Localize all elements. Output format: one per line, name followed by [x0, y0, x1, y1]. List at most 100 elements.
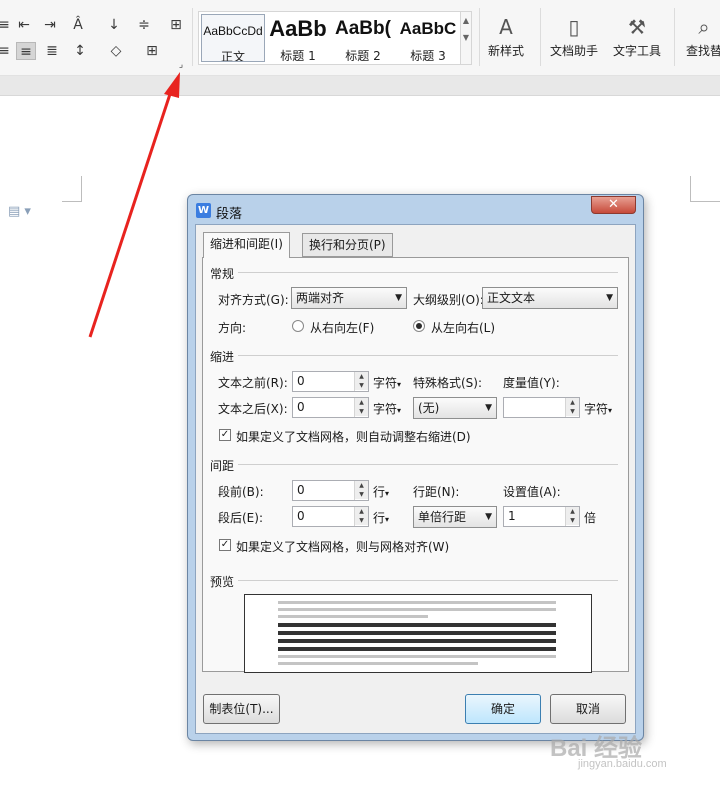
space-before-input[interactable]: 0 ▲ ▼: [292, 480, 369, 501]
text-tools-button[interactable]: ⚒ 文字工具: [606, 12, 668, 64]
layout-grid-icon[interactable]: ⊞: [166, 16, 186, 34]
new-style-button[interactable]: A 新样式: [480, 12, 532, 64]
paragraph-preview: [244, 594, 592, 673]
spin-down-icon[interactable]: ▼: [355, 381, 368, 390]
space-before-value: 0: [297, 483, 305, 497]
tab-indent-spacing[interactable]: 缩进和间距(I): [203, 232, 290, 258]
spin-down-icon[interactable]: ▼: [355, 407, 368, 416]
spin-up-icon[interactable]: ▲: [566, 507, 579, 516]
doc-assistant-button[interactable]: ▯ 文档助手: [546, 12, 602, 64]
style-name: 标题 2: [345, 49, 381, 62]
section-divider: [238, 580, 618, 581]
style-item-normal[interactable]: AaBbCcDd 正文: [201, 14, 265, 62]
chevron-down-icon: ▼: [485, 512, 492, 522]
chevron-down-icon: ▾: [397, 380, 402, 389]
rtl-label[interactable]: 从右向左(F): [310, 319, 374, 336]
rtl-radio[interactable]: [292, 320, 304, 332]
ribbon-separator: [674, 8, 675, 66]
preview-line-current: [278, 631, 556, 635]
search-icon: ⌕: [698, 15, 710, 39]
close-button[interactable]: ✕: [591, 196, 636, 214]
tab-label: 换行和分页(P): [309, 238, 386, 252]
tab-stops-button[interactable]: 制表位(T)...: [203, 694, 280, 724]
unit-label: 字符: [584, 402, 609, 416]
find-replace-button[interactable]: ⌕ 查找替: [684, 12, 720, 64]
auto-adjust-indent-label[interactable]: 如果定义了文档网格，则自动调整右缩进(D): [236, 428, 471, 445]
align-select[interactable]: 两端对齐 ▼: [291, 287, 407, 309]
indent-decrease-icon[interactable]: ≡: [0, 16, 14, 34]
align-left-icon[interactable]: ≡: [0, 42, 14, 60]
measure-unit[interactable]: 字符▾: [584, 400, 612, 417]
indent-increase-icon[interactable]: ⇥: [40, 16, 60, 34]
outline-level-select[interactable]: 正文文本 ▼: [482, 287, 618, 309]
paragraph-format-icon[interactable]: ▤ ▾: [8, 204, 31, 219]
borders-icon[interactable]: ⊞: [142, 42, 162, 60]
spin-up-icon[interactable]: ▲: [355, 398, 368, 407]
doc-assistant-label: 文档助手: [549, 44, 598, 58]
ribbon-bottom-strip: [0, 76, 720, 96]
spin-up-icon[interactable]: ▲: [355, 481, 368, 490]
space-after-input[interactable]: 0 ▲ ▼: [292, 506, 369, 527]
section-divider: [238, 464, 618, 465]
spin-down-icon[interactable]: ▼: [566, 516, 579, 525]
ribbon-toolbar: ≡ ⇤ ⇥ Â ↓ ≑ ⊞ ≡ ≡ ≣ ↕ ◇ ⊞ ⌟ AaBbCcDd 正文 …: [0, 0, 720, 76]
indent-before-input[interactable]: 0 ▲ ▼: [292, 371, 369, 392]
ltr-radio[interactable]: [413, 320, 425, 332]
style-gallery: AaBbCcDd 正文 AaBb 标题 1 AaBb( 标题 2 AaBbC 标…: [198, 11, 464, 65]
indent-before-unit[interactable]: 字符▾: [373, 374, 401, 391]
sort-icon[interactable]: ↓: [104, 16, 124, 34]
tab-label: 缩进和间距(I): [210, 237, 283, 251]
preview-line-previous: [278, 615, 428, 618]
snap-to-grid-checkbox[interactable]: ✓: [219, 539, 231, 551]
ltr-label[interactable]: 从左向右(L): [431, 319, 495, 336]
gallery-scroll-buttons[interactable]: ▲ ▼: [460, 11, 472, 65]
ok-button[interactable]: 确定: [465, 694, 541, 724]
page-corner-mark: [690, 176, 720, 202]
shading-icon[interactable]: ◇: [106, 42, 126, 60]
special-format-label: 特殊格式(S):: [413, 376, 483, 390]
indent-after-input[interactable]: 0 ▲ ▼: [292, 397, 369, 418]
spin-down-icon[interactable]: ▼: [355, 516, 368, 525]
snap-to-grid-label[interactable]: 如果定义了文档网格，则与网格对齐(W): [236, 538, 449, 555]
special-format-value: (无): [418, 401, 440, 415]
direction-label: 方向:: [218, 321, 247, 335]
measure-input[interactable]: ▲ ▼: [503, 397, 580, 418]
set-value-input[interactable]: 1 ▲ ▼: [503, 506, 580, 527]
wps-app-icon: W: [196, 203, 211, 218]
space-before-label: 段前(B):: [218, 485, 264, 499]
chevron-down-icon: ▼: [485, 403, 492, 413]
spin-up-icon[interactable]: ▲: [566, 398, 579, 407]
style-item-heading-1[interactable]: AaBb 标题 1: [266, 14, 330, 62]
spin-down-icon[interactable]: ▼: [355, 490, 368, 499]
chevron-down-icon: ▾: [385, 515, 390, 524]
cancel-button[interactable]: 取消: [550, 694, 626, 724]
distributed-align-icon[interactable]: ≣: [42, 42, 62, 60]
style-name: 正文: [220, 50, 245, 62]
line-spacing-select[interactable]: 单倍行距 ▼: [413, 506, 497, 528]
paragraph-dialog-launcher-icon[interactable]: ⌟: [176, 60, 186, 70]
chevron-down-icon: ▾: [397, 406, 402, 415]
outdent-icon[interactable]: ⇤: [14, 16, 34, 34]
line-spacing-icon[interactable]: ↕: [70, 42, 90, 60]
list-options-icon[interactable]: ≑: [134, 16, 154, 34]
spin-down-icon[interactable]: ▼: [566, 407, 579, 416]
special-format-select[interactable]: (无) ▼: [413, 397, 497, 419]
indent-after-unit[interactable]: 字符▾: [373, 400, 401, 417]
text-direction-icon[interactable]: Â: [68, 16, 88, 34]
spin-up-icon[interactable]: ▲: [355, 507, 368, 516]
auto-adjust-indent-checkbox[interactable]: ✓: [219, 429, 231, 441]
indent-before-label: 文本之前(R):: [218, 376, 288, 390]
justify-icon[interactable]: ≡: [16, 42, 36, 60]
outline-level-value: 正文文本: [487, 291, 536, 305]
space-after-unit[interactable]: 行▾: [373, 509, 389, 526]
dialog-title-bar[interactable]: W 段落 ✕: [188, 195, 643, 223]
close-icon: ✕: [608, 197, 619, 212]
spin-up-icon[interactable]: ▲: [355, 372, 368, 381]
tab-line-page-breaks[interactable]: 换行和分页(P): [302, 233, 393, 257]
style-item-heading-2[interactable]: AaBb( 标题 2: [331, 14, 395, 62]
section-general-title: 常规: [210, 267, 235, 281]
style-item-heading-3[interactable]: AaBbC 标题 3: [396, 14, 460, 62]
space-before-unit[interactable]: 行▾: [373, 483, 389, 500]
text-tools-label: 文字工具: [612, 44, 661, 58]
section-preview-title: 预览: [210, 575, 235, 589]
